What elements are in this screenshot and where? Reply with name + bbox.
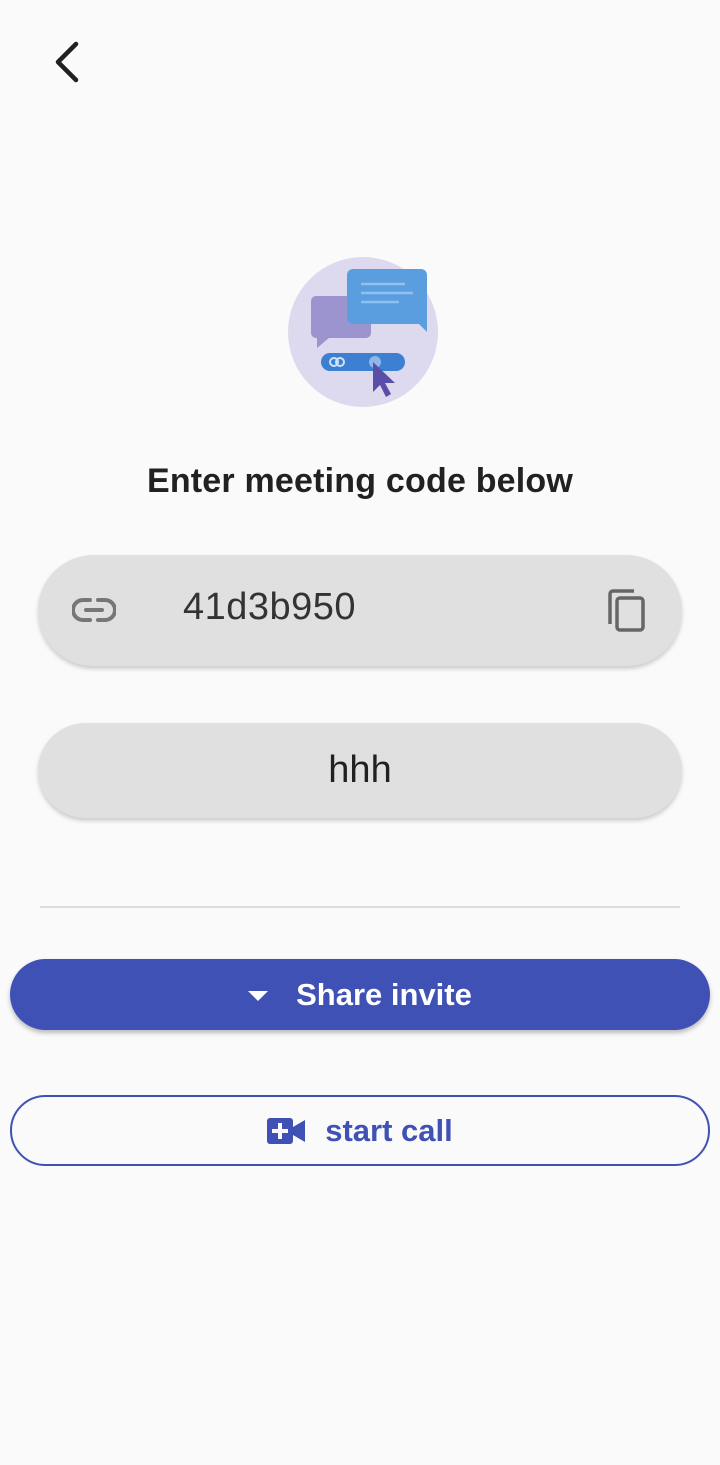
chevron-left-icon (55, 41, 79, 83)
meeting-code-value: 41d3b950 (183, 586, 357, 628)
chat-bubbles-link-illustration (288, 257, 438, 407)
share-invite-label: Share invite (296, 976, 472, 1012)
start-call-label: start call (325, 1112, 453, 1148)
meeting-illustration (287, 256, 439, 408)
name-input-value: hhh (328, 749, 392, 791)
name-input-field[interactable]: hhh (38, 723, 682, 818)
start-call-button[interactable]: start call (10, 1095, 710, 1166)
divider (40, 906, 680, 908)
back-button[interactable] (28, 24, 104, 100)
caret-down-icon (248, 990, 269, 1001)
link-icon (72, 598, 116, 622)
video-add-icon (267, 1117, 306, 1144)
page-title: Enter meeting code below (146, 462, 574, 500)
meeting-code-field[interactable]: 41d3b950 (38, 555, 682, 666)
copy-icon[interactable] (604, 588, 648, 634)
share-invite-button[interactable]: Share invite (10, 959, 710, 1030)
